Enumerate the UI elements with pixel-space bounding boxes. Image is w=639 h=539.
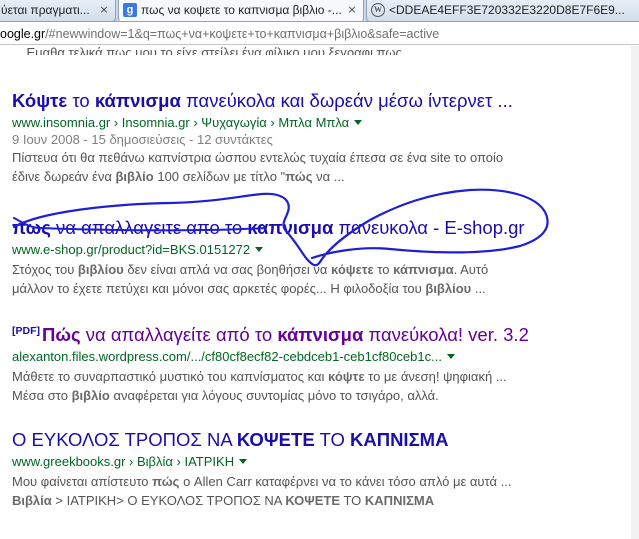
highlight-term: κάπνισμα (393, 262, 454, 277)
result-url: www.greekbooks.gr › Βιβλία › ΙΑΤΡΙΚΗ (12, 453, 622, 470)
scrollbar-track[interactable] (631, 46, 639, 539)
result-date-meta: 9 Ιουν 2008 - 15 δημοσιεύσεις - 12 συντά… (12, 132, 273, 147)
text-segment: να απαλλαγείτε από το (80, 324, 278, 345)
highlight-term: πώς (285, 169, 313, 184)
highlight-term: ΚΑΠΝΙΣΜΑ (349, 429, 449, 450)
text-segment: αναφέρεται για λόγους συντομίας μόνο το … (109, 388, 439, 403)
result-cite-text: www.e-shop.gr/product?id=BKS.0151272 (12, 242, 251, 257)
text-segment: Μάθετε το συναρπαστικό μυστικό του καπνί… (12, 369, 328, 384)
text-segment: μάλλον το έχετε πετύχει και μόνοι σας αρ… (12, 281, 426, 296)
dropdown-arrow-icon[interactable] (255, 247, 264, 252)
text-segment: δεν είναι απλά να σας βοηθήσει να (123, 262, 332, 277)
highlight-term: ΚΟΨΕΤΕ (285, 493, 341, 508)
result-snippet-line: Μέσα στο βιβλίο αναφέρεται για λόγους συ… (12, 386, 622, 405)
text-segment: πανεύκολα και δωρεάν μέσω ίντερνετ ... (180, 90, 513, 111)
highlight-term: βιβλίου (77, 262, 124, 277)
highlight-term: Κόψτε (12, 90, 68, 111)
result-snippet-line: Μάθετε το συναρπαστικό μυστικό του καπνί… (12, 367, 622, 386)
tab-wordpress[interactable]: W <DDEAE4EFF3E720332E3220D8E7F6E9... (366, 0, 639, 21)
pdf-badge: [PDF] (12, 325, 40, 337)
result-cite-text: www.insomnia.gr › Insomnia.gr › Ψυχαγωγί… (12, 115, 350, 130)
text-segment: Μου φαίνεται απίστευτο (12, 474, 153, 489)
text-segment: ο Allen Carr καταφέρνει να το κάνει τόσο… (179, 474, 512, 489)
highlight-term: Βιβλία (12, 493, 52, 508)
text-segment: να ... (312, 169, 345, 184)
text-segment: να απαλλαγειτε απο το (50, 217, 248, 238)
tab-current-search[interactable]: g πως να κοψετε το καπνισμα βιβλιο -... … (118, 0, 364, 21)
address-bar[interactable]: oogle.gr/#newwindow=1&q=πως+να+κοψετε+το… (0, 23, 639, 45)
result-title-link[interactable]: Ο ΕΥΚΟΛΟΣ ΤΡΟΠΟΣ ΝΑ ΚΟΨΕΤΕ ΤΟ ΚΑΠΝΙΣΜΑ (12, 429, 622, 451)
result-greekbooks: Ο ΕΥΚΟΛΟΣ ΤΡΟΠΟΣ ΝΑ ΚΟΨΕΤΕ ΤΟ ΚΑΠΝΙΣΜΑ w… (12, 429, 622, 510)
text-segment: ΤΟ (314, 429, 350, 450)
close-icon[interactable]: × (97, 3, 111, 17)
highlight-term: κάπνισμα (94, 90, 181, 111)
text-segment: πανευκολα - E-shop.gr (333, 217, 525, 238)
tab-bar: ύεται πραγματι... × g πως να κοψετε το κ… (0, 0, 639, 22)
text-segment: το (67, 90, 95, 111)
dropdown-arrow-icon[interactable] (446, 354, 455, 359)
text-segment: Ο ΕΥΚΟΛΟΣ ΤΡΟΠΟΣ ΝΑ (12, 429, 237, 450)
highlight-term: ΚΟΨΕΤΕ (236, 429, 315, 450)
result-snippet-line: Πίστευα ότι θα πεθάνω καπνίστρια ώσπου ε… (12, 148, 622, 167)
result-snippet-line: έδινε δωρεάν ένα βιβλίο 100 σελίδων με τ… (12, 167, 622, 186)
text-segment: πανεύκολα! ver. 3.2 (363, 324, 529, 345)
text-segment: έδινε δωρεάν ένα (12, 169, 116, 184)
text-segment: Στόχος του (12, 262, 78, 277)
highlight-term: καπνισμα (247, 217, 334, 238)
result-title-link[interactable]: [PDF] Πώς να απαλλαγείτε από το κάπνισμα … (12, 320, 622, 346)
result-cite-text: alexanton.files.wordpress.com/.../cf80cf… (12, 349, 442, 364)
cutoff-snippet: ... Εμαθα τελικά πως μου το είχε στείλει… (12, 45, 417, 55)
highlight-term: Πώς (42, 324, 81, 345)
text-segment: Μέσα στο (12, 388, 72, 403)
highlight-term: βιβλίο (71, 388, 110, 403)
text-segment: > ΙΑΤΡΙΚΗ> Ο ΕΥΚΟΛΟΣ ΤΡΟΠΟΣ ΝΑ (51, 493, 286, 508)
highlight-term: πώς (152, 474, 180, 489)
highlight-term: κάπνισμα (277, 324, 364, 345)
result-snippet-line: Μου φαίνεται απίστευτο πώς ο Allen Carr … (12, 472, 622, 491)
result-snippet-line: Στόχος του βιβλίου δεν είναι απλά να σας… (12, 260, 622, 279)
result-insomnia: Κόψτε το κάπνισμα πανεύκολα και δωρεάν μ… (12, 90, 622, 186)
highlight-term: κόψετε (331, 262, 374, 277)
text-segment: 100 σελίδων με τίτλο " (153, 169, 286, 184)
result-snippet-line: μάλλον το έχετε πετύχει και μόνοι σας αρ… (12, 279, 622, 298)
result-url: www.insomnia.gr › Insomnia.gr › Ψυχαγωγί… (12, 114, 622, 131)
wordpress-favicon-icon: W (371, 3, 385, 17)
result-title-link[interactable]: Κόψτε το κάπνισμα πανεύκολα και δωρεάν μ… (12, 90, 622, 112)
google-favicon-icon: g (123, 3, 137, 17)
result-title-text: Πώς να απαλλαγείτε από το κάπνισμα πανεύ… (42, 324, 529, 345)
text-segment: Πίστευα ότι θα πεθάνω καπνίστρια ώσπου ε… (12, 150, 504, 165)
highlight-term: ΚΑΠΝΙΣΜΑ (364, 493, 435, 508)
text-segment: το με άνεση! ψηφιακή ... (364, 369, 507, 384)
result-cite-text: www.greekbooks.gr › Βιβλία › ΙΑΤΡΙΚΗ (12, 454, 235, 469)
dropdown-arrow-icon[interactable] (239, 459, 248, 464)
tab-label: πως να κοψετε το καπνισμα βιβλιο -... (141, 3, 342, 17)
result-title-link[interactable]: πως να απαλλαγειτε απο το καπνισμα πανευ… (12, 217, 622, 239)
highlight-term: κόψτε (328, 369, 365, 384)
text-segment: το (373, 262, 394, 277)
text-segment: . Αυτό (453, 262, 489, 277)
url-path: /#newwindow=1&q=πως+να+κοψετε+το+καπνισμ… (45, 27, 440, 41)
result-url: www.e-shop.gr/product?id=BKS.0151272 (12, 241, 622, 258)
text-segment: ... (471, 281, 486, 296)
dropdown-arrow-icon[interactable] (354, 120, 363, 125)
text-segment: ΤΟ (340, 493, 365, 508)
result-url: alexanton.files.wordpress.com/.../cf80cf… (12, 348, 622, 365)
highlight-term: πως (12, 217, 51, 238)
highlight-term: βιβλίου (425, 281, 472, 296)
tab-label: ύεται πραγματι... (1, 3, 90, 17)
highlight-term: βιβλίο (115, 169, 154, 184)
result-eshop: πως να απαλλαγειτε απο το καπνισμα πανευ… (12, 217, 622, 298)
tab-previous[interactable]: ύεται πραγματι... × (0, 0, 116, 21)
result-snippet-line: Βιβλία > ΙΑΤΡΙΚΗ> Ο ΕΥΚΟΛΟΣ ΤΡΟΠΟΣ ΝΑ ΚΟ… (12, 491, 622, 510)
tab-label: <DDEAE4EFF3E720332E3220D8E7F6E9... (389, 3, 625, 17)
result-pdf-alexanton: [PDF] Πώς να απαλλαγείτε από το κάπνισμα … (12, 320, 622, 405)
url-host: oogle.gr (0, 27, 46, 41)
close-icon[interactable]: × (345, 3, 359, 17)
